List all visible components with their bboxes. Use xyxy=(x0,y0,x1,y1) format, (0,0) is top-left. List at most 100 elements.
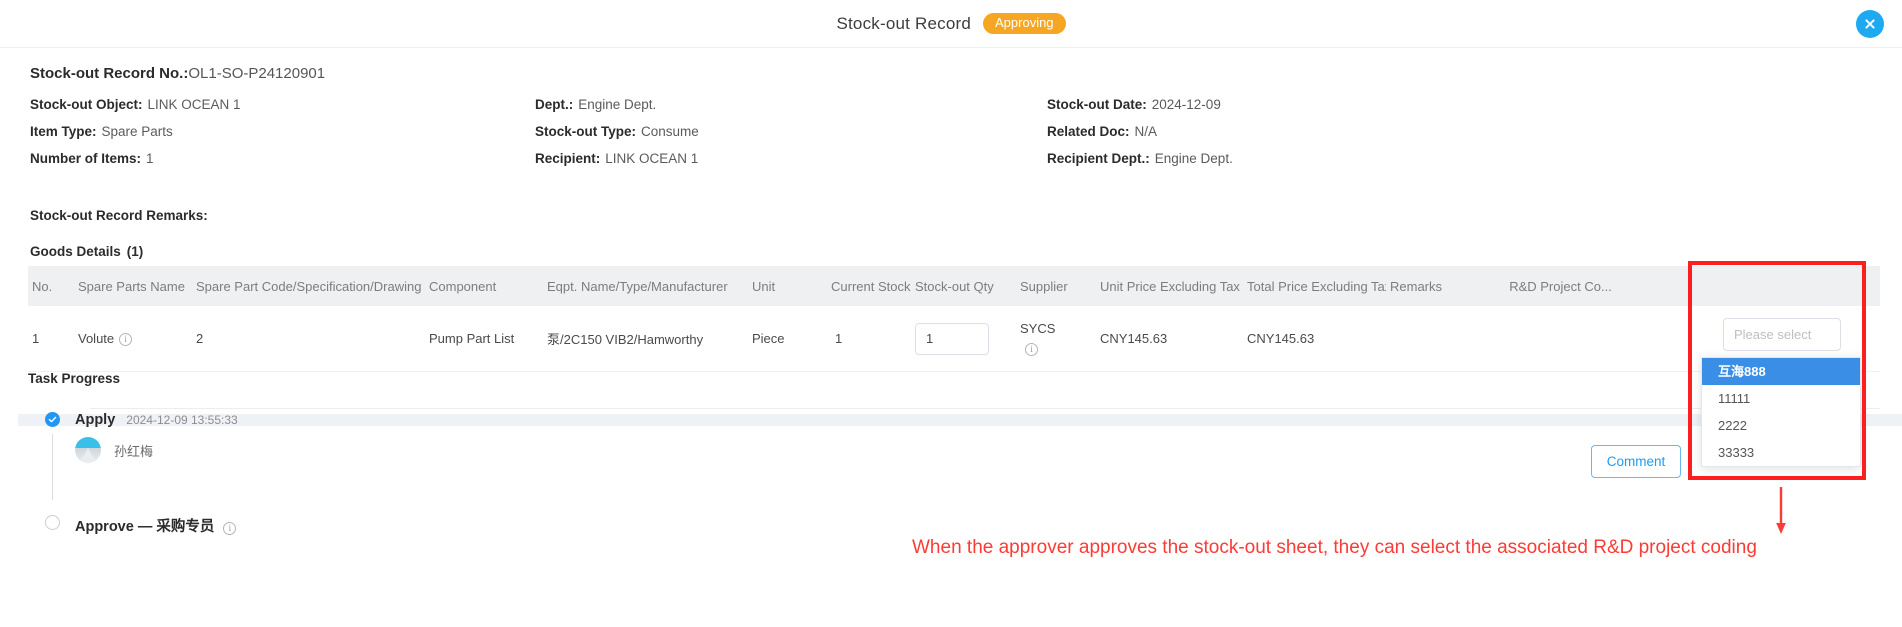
field-label: Recipient Dept.: xyxy=(1047,151,1150,166)
field-related-doc: Related Doc: N/A xyxy=(1047,122,1157,142)
field-number-of-items: Number of Items: 1 xyxy=(30,149,154,169)
cell-total-price: CNY145.63 xyxy=(1247,331,1315,346)
cell-stock-out-qty xyxy=(911,322,1016,355)
field-value: Engine Dept. xyxy=(1154,151,1233,166)
field-label: Stock-out Object: xyxy=(30,97,143,112)
status-badge: Approving xyxy=(983,12,1066,35)
info-row: Number of Items: 1 Recipient: LINK OCEAN 1… xyxy=(0,149,1902,176)
record-number-line: Stock-out Record No.:OL1-SO-P24120901 xyxy=(30,65,1902,82)
field-value: Consume xyxy=(641,124,699,139)
timeline-item-approve: Approve — 采购专员 i xyxy=(45,515,238,536)
rd-project-select[interactable]: Please select xyxy=(1723,318,1841,351)
field-value: N/A xyxy=(1134,124,1158,139)
annotation-arrow-icon xyxy=(1776,487,1786,534)
timeline-item-head: Apply 2024-12-09 13:55:33 xyxy=(75,412,238,428)
info-icon[interactable]: i xyxy=(1025,342,1038,356)
field-value: LINK OCEAN 1 xyxy=(605,151,699,166)
field-label: Dept.: xyxy=(535,97,574,112)
task-progress-heading: Task Progress xyxy=(28,371,121,386)
column-header-current-stock: Current Stock xyxy=(831,278,911,294)
timeline-step-name: Approve — 采购专员 xyxy=(75,519,215,535)
record-number-value: OL1-SO-P24120901 xyxy=(188,65,326,82)
stock-out-qty-input[interactable] xyxy=(915,322,989,355)
field-value: Engine Dept. xyxy=(578,97,657,112)
table-row: 1 Volute i 2 Pump Part List 泵/2C150 VIB2/… xyxy=(28,306,1880,372)
column-header-rd-project-code: R&D Project Co... xyxy=(1509,278,1612,294)
goods-details-table: No. Spare Parts Name Spare Part Code/Spe… xyxy=(28,266,1880,372)
record-info-grid: Stock-out Object: LINK OCEAN 1 Dept.: Engi… xyxy=(0,95,1902,223)
field-value: 2024-12-09 xyxy=(1151,97,1221,112)
column-header-unit: Unit xyxy=(752,278,776,294)
cell-unit-price: CNY145.63 xyxy=(1100,331,1168,346)
cell-current-stock: 1 xyxy=(835,331,843,346)
column-header-eqpt: Eqpt. Name/Type/Manufacturer xyxy=(547,278,728,294)
field-label: Stock-out Type: xyxy=(535,124,636,139)
task-progress-timeline: Apply 2024-12-09 13:55:33 孙红梅 Approve — … xyxy=(45,412,238,536)
timeline-step-user: 孙红梅 xyxy=(75,437,238,463)
cell-spare-parts-name: Volute i xyxy=(74,331,192,346)
stock-out-record-dialog: Stock-out Record Approving Stock-out Reco… xyxy=(0,0,1902,627)
cell-no: 1 xyxy=(32,331,40,346)
comment-button[interactable]: Comment xyxy=(1591,445,1681,478)
timeline-step-username: 孙红梅 xyxy=(114,443,154,459)
column-header-unit-price: Unit Price Excluding Tax xyxy=(1100,278,1240,294)
field-label: Recipient: xyxy=(535,151,601,166)
field-dept: Dept.: Engine Dept. xyxy=(535,95,656,115)
rd-project-option[interactable]: 互海888 xyxy=(1702,358,1860,385)
field-stock-out-type: Stock-out Type: Consume xyxy=(535,122,699,142)
field-label: Stock-out Date: xyxy=(1047,97,1147,112)
pending-circle-icon xyxy=(45,515,60,530)
field-value: LINK OCEAN 1 xyxy=(147,97,241,112)
timeline-item-apply: Apply 2024-12-09 13:55:33 孙红梅 xyxy=(45,412,238,463)
avatar xyxy=(75,437,101,463)
column-header-no: No. xyxy=(32,278,53,294)
page-title: Stock-out Record Approving xyxy=(836,12,1066,35)
annotation-note-text: When the approver approves the stock-out… xyxy=(912,537,1757,558)
column-header-total-price: Total Price Excluding Tax xyxy=(1247,278,1386,294)
column-header-stock-out-qty: Stock-out Qty xyxy=(915,278,994,294)
field-stock-out-object: Stock-out Object: LINK OCEAN 1 xyxy=(30,95,241,115)
section-divider xyxy=(18,414,1902,426)
check-circle-icon xyxy=(45,412,60,427)
dialog-title-text: Stock-out Record xyxy=(836,13,971,33)
field-value: 1 xyxy=(146,151,154,166)
rd-project-option[interactable]: 2222 xyxy=(1702,412,1860,439)
field-item-type: Item Type: Spare Parts xyxy=(30,122,173,142)
info-row: Stock-out Object: LINK OCEAN 1 Dept.: Engi… xyxy=(0,95,1902,122)
goods-details-count: (1) xyxy=(126,244,144,259)
field-label: Related Doc: xyxy=(1047,124,1130,139)
field-stock-out-date: Stock-out Date: 2024-12-09 xyxy=(1047,95,1221,115)
cell-component: Pump Part List xyxy=(429,331,515,346)
timeline-step-time: 2024-12-09 13:55:33 xyxy=(126,413,238,427)
goods-details-title: Goods Details xyxy=(30,244,121,259)
rd-project-dropdown[interactable]: 互海888 11111 2222 33333 xyxy=(1701,357,1861,467)
field-label: Item Type: xyxy=(30,124,97,139)
rd-project-option[interactable]: 33333 xyxy=(1702,439,1860,466)
rd-project-select-wrapper: Please select xyxy=(1723,318,1841,351)
cell-supplier-text: SYCS xyxy=(1020,320,1056,336)
rd-project-select-placeholder: Please select xyxy=(1734,327,1812,342)
field-recipient-dept: Recipient Dept.: Engine Dept. xyxy=(1047,149,1233,169)
info-row: Item Type: Spare Parts Stock-out Type: Con… xyxy=(0,122,1902,149)
table-header-row: No. Spare Parts Name Spare Part Code/Spe… xyxy=(28,266,1880,306)
column-header-name: Spare Parts Name xyxy=(78,278,185,294)
timeline-step-name: Apply xyxy=(75,412,116,428)
info-icon[interactable]: i xyxy=(119,333,133,346)
cell-spare-parts-name-text: Volute xyxy=(78,331,115,346)
dialog-titlebar: Stock-out Record Approving xyxy=(0,0,1902,48)
cell-supplier: SYCS i xyxy=(1016,320,1096,358)
field-value: Spare Parts xyxy=(101,124,173,139)
table-bottom-divider xyxy=(90,408,1880,409)
record-info-section: Stock-out Record No.:OL1-SO-P24120901 St… xyxy=(0,48,1902,409)
goods-details-heading: Goods Details (1) xyxy=(30,244,143,259)
field-record-remarks-label: Stock-out Record Remarks: xyxy=(30,208,208,223)
close-icon[interactable] xyxy=(1856,10,1884,38)
column-header-component: Component xyxy=(429,278,497,294)
rd-project-option[interactable]: 11111 xyxy=(1702,385,1860,412)
timeline-item-body: Approve — 采购专员 i xyxy=(75,515,238,536)
cell-unit: Piece xyxy=(752,331,785,346)
column-header-supplier: Supplier xyxy=(1020,278,1068,294)
info-icon[interactable]: i xyxy=(223,522,237,535)
cell-eqpt: 泵/2C150 VIB2/Hamworthy xyxy=(547,332,704,347)
timeline-item-head: Approve — 采购专员 i xyxy=(75,515,238,536)
